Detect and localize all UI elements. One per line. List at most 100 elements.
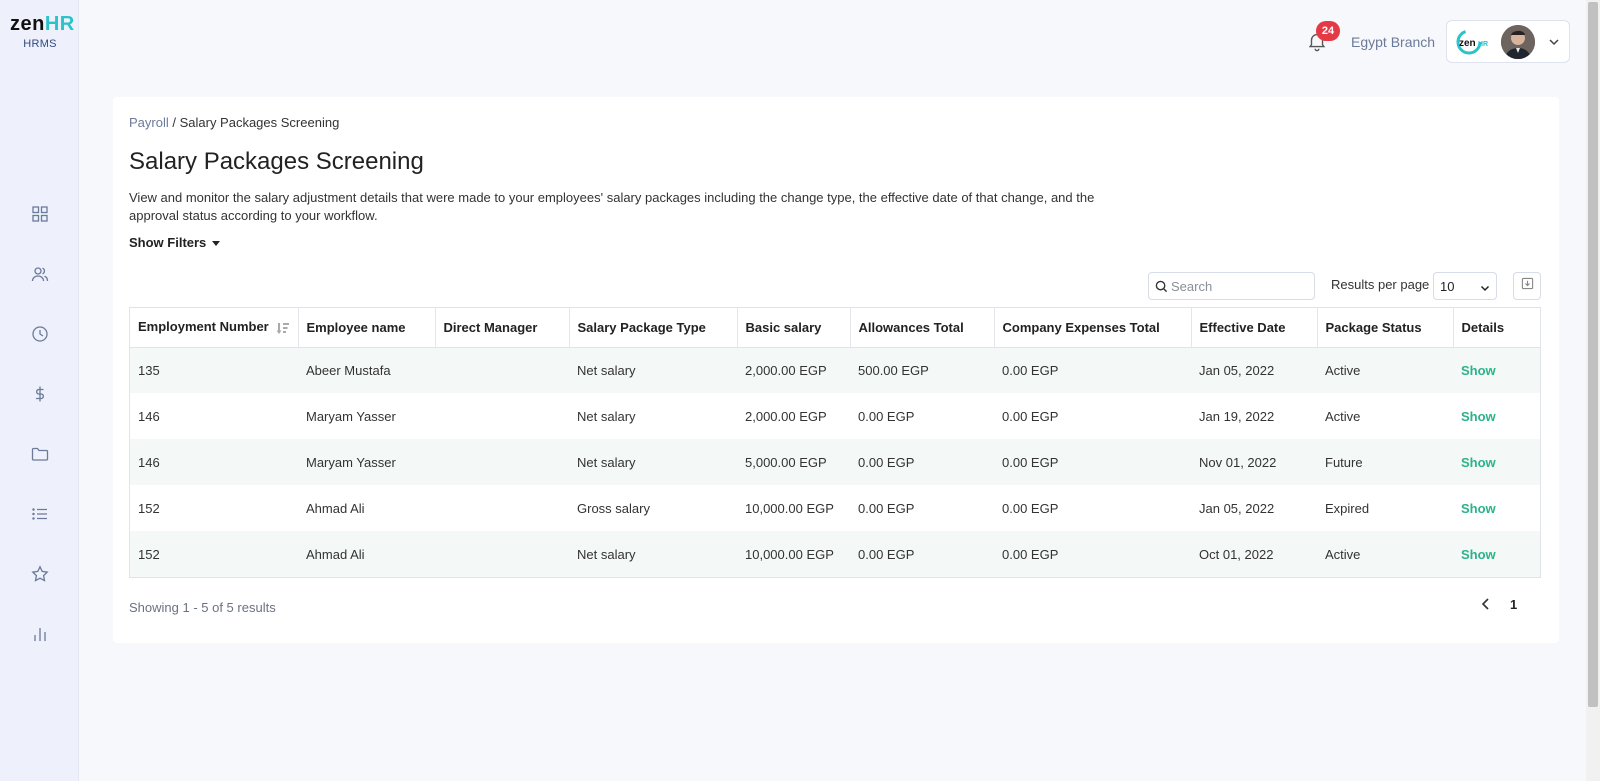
cell-effective-date: Oct 01, 2022 xyxy=(1199,546,1274,562)
cell-package-type: Gross salary xyxy=(577,500,650,516)
svg-text:zen: zen xyxy=(1459,38,1476,49)
breadcrumb-current: Salary Packages Screening xyxy=(179,115,340,130)
folder-icon[interactable] xyxy=(28,442,52,466)
logo-subtitle: HRMS xyxy=(23,38,57,50)
breadcrumb: Payroll / Salary Packages Screening xyxy=(129,115,339,130)
download-icon xyxy=(1521,277,1534,295)
cell-direct-manager xyxy=(435,439,569,485)
results-per-page-select[interactable]: 10 xyxy=(1433,272,1497,300)
column-header-basic-salary[interactable]: Basic salary xyxy=(737,308,851,348)
cell-package-type: Net salary xyxy=(577,454,636,470)
profile-menu-button[interactable]: zen HR xyxy=(1446,20,1570,63)
chevron-down-icon xyxy=(1547,35,1561,49)
cell-employee-name: Maryam Yasser xyxy=(306,408,396,424)
search-box[interactable] xyxy=(1148,272,1315,300)
table-row: 152 Ahmad Ali Gross salary 10,000.00 EGP… xyxy=(130,485,1540,531)
cell-company-expenses: 0.00 EGP xyxy=(1002,408,1059,424)
column-header-allowances-total[interactable]: Allowances Total xyxy=(850,308,995,348)
cell-direct-manager xyxy=(435,531,569,577)
cell-company-expenses: 0.00 EGP xyxy=(1002,500,1059,516)
cell-employment-number: 152 xyxy=(138,546,160,562)
show-details-link[interactable]: Show xyxy=(1461,547,1496,562)
cell-basic-salary: 10,000.00 EGP xyxy=(745,546,834,562)
table-row: 146 Maryam Yasser Net salary 2,000.00 EG… xyxy=(130,393,1540,439)
breadcrumb-separator: / xyxy=(168,115,180,130)
cell-package-status: Active xyxy=(1325,408,1361,424)
results-summary: Showing 1 - 5 of 5 results xyxy=(129,600,276,615)
dollar-icon[interactable] xyxy=(28,382,52,406)
cell-employment-number: 146 xyxy=(138,408,160,424)
cell-allowances-total: 500.00 EGP xyxy=(858,362,929,378)
table-header-row: Employment Number Employee name Direct M… xyxy=(130,308,1540,348)
cell-employment-number: 152 xyxy=(138,500,160,516)
show-details-link[interactable]: Show xyxy=(1461,501,1496,516)
search-input[interactable] xyxy=(1171,276,1311,296)
cell-package-status: Future xyxy=(1325,454,1363,470)
cell-company-expenses: 0.00 EGP xyxy=(1002,454,1059,470)
breadcrumb-payroll-link[interactable]: Payroll xyxy=(129,115,169,130)
cell-employment-number: 135 xyxy=(138,362,160,378)
cell-company-expenses: 0.00 EGP xyxy=(1002,362,1059,378)
table-row: 146 Maryam Yasser Net salary 5,000.00 EG… xyxy=(130,439,1540,485)
show-filters-label: Show Filters xyxy=(129,235,207,250)
cell-package-status: Active xyxy=(1325,362,1361,378)
export-button[interactable] xyxy=(1513,272,1541,300)
column-header-details: Details xyxy=(1453,308,1540,348)
cell-company-expenses: 0.00 EGP xyxy=(1002,546,1059,562)
cell-effective-date: Jan 05, 2022 xyxy=(1199,500,1275,516)
company-logo-icon: zen HR xyxy=(1455,28,1493,56)
search-icon xyxy=(1155,280,1168,293)
cell-package-status: Active xyxy=(1325,546,1361,562)
app-logo[interactable]: zenHR HRMS xyxy=(10,13,74,50)
show-details-link[interactable]: Show xyxy=(1461,455,1496,470)
cell-employee-name: Ahmad Ali xyxy=(306,500,365,516)
table-row: 152 Ahmad Ali Net salary 10,000.00 EGP 0… xyxy=(130,531,1540,577)
cell-employment-number: 146 xyxy=(138,454,160,470)
show-filters-toggle[interactable]: Show Filters xyxy=(129,235,220,250)
cell-package-type: Net salary xyxy=(577,546,636,562)
results-per-page-label: Results per page xyxy=(1331,277,1430,292)
bar-chart-icon[interactable] xyxy=(28,622,52,646)
svg-text:HR: HR xyxy=(1478,41,1488,48)
results-per-page-value: 10 xyxy=(1440,279,1455,294)
cell-package-type: Net salary xyxy=(577,408,636,424)
pagination-page-1[interactable]: 1 xyxy=(1510,597,1517,612)
cell-allowances-total: 0.00 EGP xyxy=(858,454,915,470)
scrollbar-thumb[interactable] xyxy=(1588,2,1598,707)
list-icon[interactable] xyxy=(28,502,52,526)
column-header-direct-manager[interactable]: Direct Manager xyxy=(435,308,570,348)
cell-effective-date: Nov 01, 2022 xyxy=(1199,454,1277,470)
salary-packages-table: Employment Number Employee name Direct M… xyxy=(129,307,1541,578)
avatar xyxy=(1501,25,1535,59)
cell-employee-name: Ahmad Ali xyxy=(306,546,365,562)
column-header-effective-date[interactable]: Effective Date xyxy=(1191,308,1318,348)
show-details-link[interactable]: Show xyxy=(1461,409,1496,424)
column-header-package-status[interactable]: Package Status xyxy=(1317,308,1454,348)
clock-icon[interactable] xyxy=(28,322,52,346)
sort-icon[interactable] xyxy=(276,321,290,335)
column-header-employment-number[interactable]: Employment Number xyxy=(130,308,299,348)
notification-count-badge: 24 xyxy=(1316,21,1340,41)
cell-employee-name: Maryam Yasser xyxy=(306,454,396,470)
dashboard-grid-icon[interactable] xyxy=(28,202,52,226)
cell-basic-salary: 5,000.00 EGP xyxy=(745,454,827,470)
vertical-scrollbar[interactable] xyxy=(1586,0,1600,781)
column-header-salary-package-type[interactable]: Salary Package Type xyxy=(569,308,738,348)
table-row: 135 Abeer Mustafa Net salary 2,000.00 EG… xyxy=(130,347,1540,393)
cell-effective-date: Jan 19, 2022 xyxy=(1199,408,1275,424)
cell-allowances-total: 0.00 EGP xyxy=(858,408,915,424)
cell-allowances-total: 0.00 EGP xyxy=(858,500,915,516)
page-description: View and monitor the salary adjustment d… xyxy=(129,190,1095,223)
cell-basic-salary: 2,000.00 EGP xyxy=(745,408,827,424)
column-header-employee-name[interactable]: Employee name xyxy=(298,308,436,348)
column-header-company-expenses-total[interactable]: Company Expenses Total xyxy=(994,308,1192,348)
chevron-left-icon[interactable] xyxy=(1478,596,1494,612)
logo-zen-text: zen xyxy=(10,13,45,35)
branch-name[interactable]: Egypt Branch xyxy=(1351,34,1435,50)
star-icon[interactable] xyxy=(28,562,52,586)
cell-basic-salary: 2,000.00 EGP xyxy=(745,362,827,378)
cell-effective-date: Jan 05, 2022 xyxy=(1199,362,1275,378)
cell-package-status: Expired xyxy=(1325,500,1370,516)
show-details-link[interactable]: Show xyxy=(1461,363,1496,378)
users-icon[interactable] xyxy=(28,262,52,286)
